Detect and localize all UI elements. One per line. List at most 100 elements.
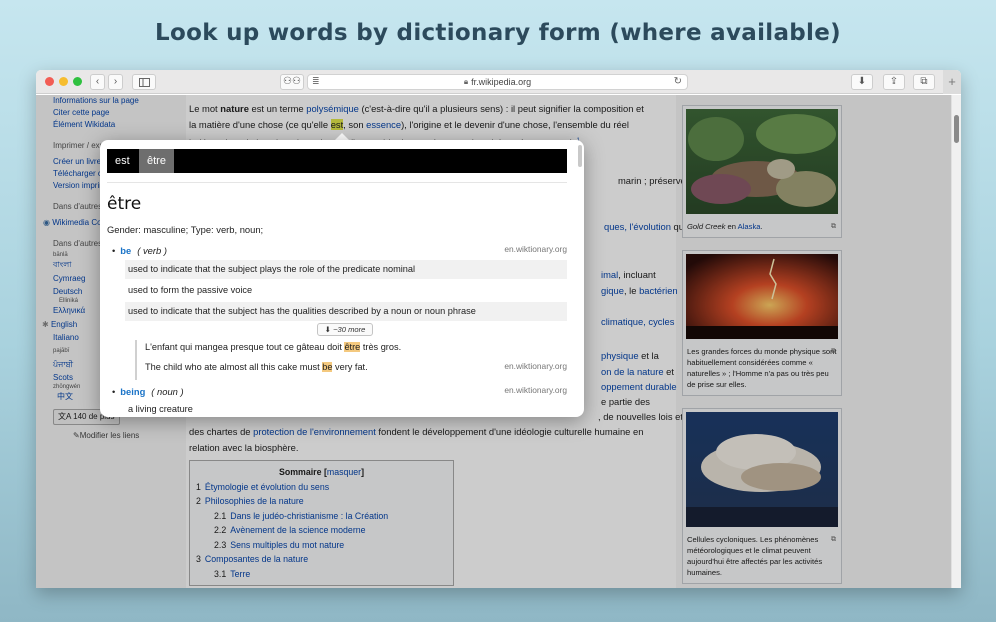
example-french: L'enfant qui mangea presque tout ce gâte… bbox=[145, 342, 401, 352]
lock-icon: 🔒︎ bbox=[463, 77, 469, 86]
address-bar[interactable]: ≣ 🔒︎ fr.wikipedia.org ↻ bbox=[307, 74, 688, 90]
close-window-button[interactable] bbox=[45, 77, 54, 86]
sense-header: • being ( noun ) bbox=[112, 386, 184, 397]
grammar-info: Gender: masculine; Type: verb, noun; bbox=[107, 224, 264, 235]
toc-item[interactable]: 2.3 Sens multiples du mot nature bbox=[196, 538, 447, 553]
toc-item[interactable]: 2.1 Dans le judéo-christianisme : la Créa… bbox=[196, 509, 447, 524]
reader-glasses-button[interactable]: ⚇⚇ bbox=[280, 74, 304, 90]
text-run: , incluant bbox=[618, 269, 656, 280]
translate-icon: 文A bbox=[58, 412, 71, 421]
article-link[interactable]: essence bbox=[366, 119, 401, 130]
source-label[interactable]: en.wiktionary.org bbox=[504, 244, 567, 254]
sidebar-link[interactable]: Élément Wikidata bbox=[53, 119, 163, 131]
article-link[interactable]: climatique, cycles bbox=[601, 314, 674, 330]
edit-links-link[interactable]: ✎Modifier les liens bbox=[73, 430, 163, 442]
caption-link[interactable]: Alaska bbox=[738, 222, 761, 231]
sidebar-link[interactable]: Informations sur la page bbox=[53, 95, 163, 107]
downloads-button[interactable]: ⬇ bbox=[851, 74, 873, 90]
figures-column: Gold Creek en Alaska. ⧉ Les grandes force… bbox=[682, 105, 842, 588]
storm-cloud-image[interactable] bbox=[686, 412, 838, 527]
article-link[interactable]: bactérien bbox=[639, 285, 678, 296]
forward-button[interactable]: › bbox=[108, 74, 123, 90]
caption-text: en bbox=[725, 222, 738, 231]
article-link[interactable]: polysémique bbox=[306, 103, 359, 114]
article-link[interactable]: on de la nature bbox=[601, 366, 664, 377]
article-link[interactable]: imal bbox=[601, 269, 618, 280]
toc-number: 2.2 bbox=[214, 525, 227, 535]
text-run: des chartes de bbox=[189, 426, 254, 437]
text-run: relation avec la biosphère. bbox=[189, 442, 299, 453]
looked-up-word[interactable]: est bbox=[330, 119, 344, 130]
gold-creek-image[interactable] bbox=[686, 109, 838, 214]
part-of-speech: ( verb ) bbox=[137, 245, 167, 256]
article-link[interactable]: physique bbox=[601, 350, 639, 361]
tab-etre[interactable]: être bbox=[139, 149, 174, 173]
text-run: est un terme bbox=[248, 103, 307, 114]
sidebar-icon bbox=[138, 77, 150, 87]
reader-icon[interactable]: ≣ bbox=[312, 76, 320, 87]
table-of-contents: Sommaire [masquer] 1 Étymologie et évolut… bbox=[189, 460, 454, 586]
figure-volcano: Les grandes forces du monde physique son… bbox=[682, 250, 842, 396]
sidebar-toggle-button[interactable] bbox=[132, 74, 156, 90]
back-button[interactable]: ‹ bbox=[90, 74, 105, 90]
dictionary-popup: est être être Gender: masculine; Type: v… bbox=[100, 140, 584, 417]
text-run: , son bbox=[343, 119, 367, 130]
sidebar-link[interactable]: Citer cette page bbox=[53, 107, 163, 119]
scrollbar-thumb[interactable] bbox=[954, 115, 959, 143]
text-fragment: , de nouvelles lois et bbox=[598, 411, 683, 422]
text-run: fondent le développement d'une idéologie… bbox=[375, 426, 644, 437]
new-tab-button[interactable]: + bbox=[943, 70, 961, 94]
headword: être bbox=[107, 194, 142, 214]
url-text: fr.wikipedia.org bbox=[471, 77, 532, 87]
toc-item[interactable]: 2.2 Avènement de la science moderne bbox=[196, 523, 447, 538]
part-of-speech: ( noun ) bbox=[151, 386, 184, 397]
caption-text: Les grandes forces du monde physique son… bbox=[687, 347, 837, 389]
definition: used to form the passive voice bbox=[128, 285, 253, 295]
enlarge-icon[interactable]: ⧉ bbox=[831, 346, 836, 357]
toc-title: Sommaire [masquer] bbox=[278, 467, 365, 477]
translation-word[interactable]: being bbox=[120, 386, 145, 397]
chevron-right-icon: › bbox=[113, 76, 118, 87]
text-run: , le bbox=[623, 285, 640, 296]
toc-item[interactable]: 3.1 Terre bbox=[196, 567, 447, 582]
article-link[interactable]: évolution bbox=[633, 221, 671, 232]
toc-number: 3 bbox=[196, 554, 201, 564]
reload-icon[interactable]: ↻ bbox=[674, 76, 682, 87]
toc-label: Étymologie et évolution du sens bbox=[204, 481, 330, 492]
source-label[interactable]: en.wiktionary.org bbox=[504, 385, 567, 395]
fullscreen-window-button[interactable] bbox=[73, 77, 82, 86]
article-link[interactable]: ques, l' bbox=[604, 221, 633, 232]
toc-hide-link[interactable]: masquer bbox=[327, 467, 361, 477]
toc-label: Avènement de la science moderne bbox=[230, 525, 366, 535]
enlarge-icon[interactable]: ⧉ bbox=[831, 221, 836, 232]
share-button[interactable]: ⇪ bbox=[883, 74, 905, 90]
toc-item[interactable]: 1 Étymologie et évolution du sens bbox=[196, 480, 447, 495]
article-link[interactable]: protection de l'environnement bbox=[253, 426, 376, 437]
tabs-overview-button[interactable]: ⧉ bbox=[913, 74, 935, 90]
article-link[interactable]: oppement durable bbox=[601, 379, 677, 395]
share-icon: ⇪ bbox=[889, 76, 899, 87]
popup-scrollbar[interactable] bbox=[578, 145, 582, 167]
lang-label: English bbox=[50, 320, 78, 329]
text-fragment: imal, incluant bbox=[601, 267, 656, 283]
browser-toolbar: ‹ › ⚇⚇ ≣ 🔒︎ fr.wikipedia.org ↻ ⬇ ⇪ ⧉ + bbox=[36, 70, 961, 94]
enlarge-icon[interactable]: ⧉ bbox=[831, 534, 836, 545]
headline: Look up words by dictionary form (where … bbox=[155, 20, 841, 46]
toc-item[interactable]: 2 Philosophies de la nature bbox=[196, 494, 447, 509]
text-fragment: on de la nature et bbox=[601, 364, 674, 380]
text-fragment: marin ; préservés bbox=[618, 175, 691, 186]
page-scrollbar[interactable] bbox=[951, 95, 961, 588]
show-more-button[interactable]: ⬇ ~30 more bbox=[317, 323, 373, 336]
volcano-image[interactable] bbox=[686, 254, 838, 339]
article-link[interactable]: gique bbox=[601, 285, 624, 296]
toc-title-text: Sommaire bbox=[278, 467, 322, 477]
minimize-window-button[interactable] bbox=[59, 77, 68, 86]
tabs-icon: ⧉ bbox=[920, 76, 928, 87]
example-text: very fat. bbox=[332, 362, 368, 372]
source-label[interactable]: en.wiktionary.org bbox=[504, 361, 567, 371]
toc-number: 2 bbox=[196, 496, 201, 506]
translation-word[interactable]: be bbox=[120, 245, 131, 256]
tab-est[interactable]: est bbox=[107, 149, 138, 173]
toc-item[interactable]: 3 Composantes de la nature bbox=[196, 552, 447, 567]
caption-text: . bbox=[760, 222, 763, 231]
